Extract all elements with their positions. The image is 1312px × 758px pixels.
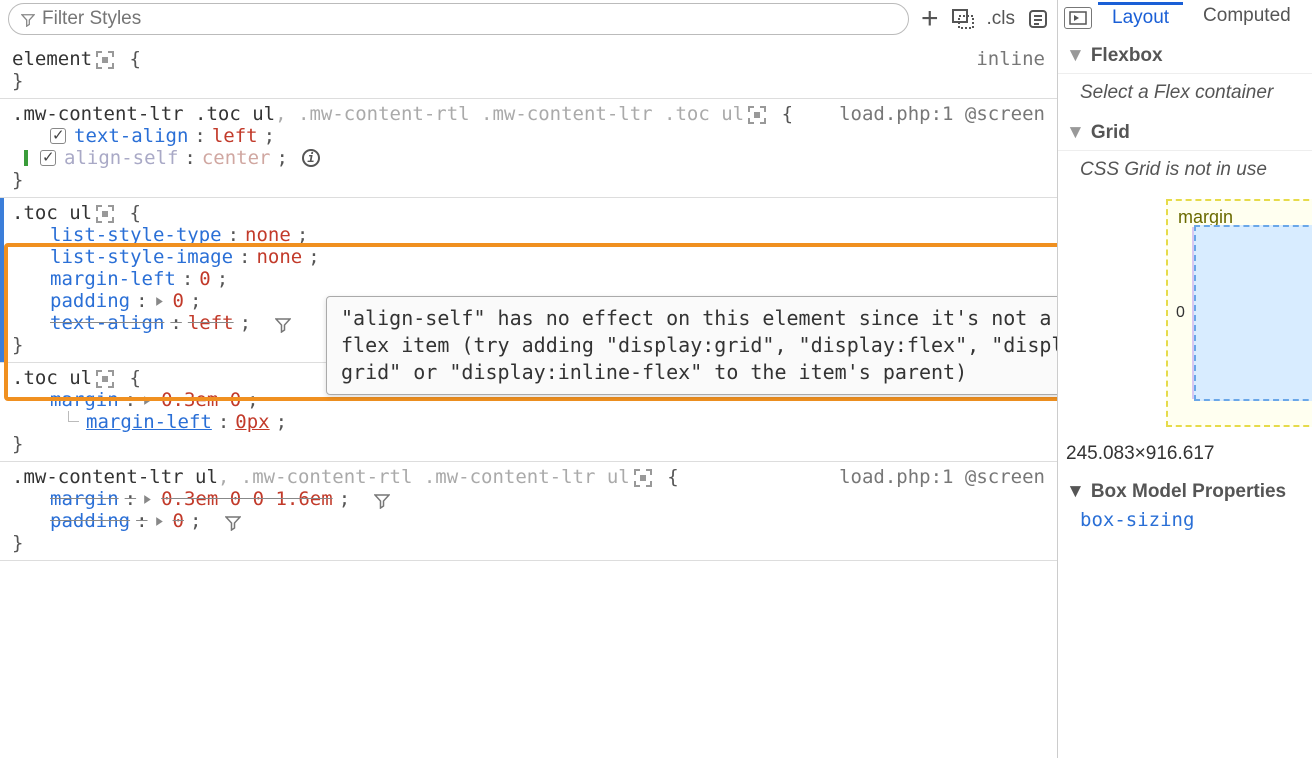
css-declaration[interactable]: padding: 0; [12,510,1045,532]
twisty-icon: ▼ [1066,45,1085,67]
highlight-selector-icon[interactable] [634,469,652,487]
css-property[interactable]: margin [50,488,119,510]
toolbar: + .cls [0,0,1057,44]
css-declaration[interactable]: margin-left: 0px; [12,411,1045,433]
highlight-selector-icon[interactable] [96,51,114,69]
css-value[interactable]: 0 [173,510,184,532]
box-model-diagram[interactable]: margin 0 border 0 padding 0 [1058,193,1312,431]
css-value[interactable]: left [212,125,258,147]
inactive-css-tooltip: "align-self" has no effect on this eleme… [326,296,1057,395]
css-declaration[interactable]: list-style-image: none; [12,246,1045,268]
highlight-selector-icon[interactable] [96,205,114,223]
rule-selector[interactable]: .mw-content-ltr ul, .mw-content-rtl .mw-… [12,466,831,488]
rule-source-link[interactable]: load.php:1 @screen [839,466,1045,488]
css-property[interactable]: padding [50,290,130,312]
inline-source: inline [976,48,1045,70]
cls-button[interactable]: .cls [987,8,1016,30]
css-value[interactable]: none [256,246,302,268]
rule-close-brace: } [12,169,1045,191]
filter-icon[interactable] [275,317,288,330]
css-value[interactable]: 0.3em 0 0 1.6em [161,488,333,510]
css-rule[interactable]: .mw-content-ltr .toc ul, .mw-content-rtl… [0,99,1057,198]
css-rule[interactable]: element {inline} [0,44,1057,99]
content-box [1194,225,1312,401]
css-property[interactable]: list-style-type [50,224,222,246]
css-property[interactable]: margin-left [86,411,212,433]
highlight-selector-icon[interactable] [96,370,114,388]
css-declaration[interactable]: list-style-type: none; [12,224,1045,246]
highlight-selector-icon[interactable] [748,106,766,124]
expand-shorthand-icon[interactable] [154,296,165,307]
css-value[interactable]: 0.3em 0 [161,389,241,411]
box-model-props-header[interactable]: ▼ Box Model Properties [1058,477,1312,507]
expand-shorthand-icon[interactable] [142,395,153,406]
grid-section-header[interactable]: ▼ Grid [1058,116,1312,151]
change-indicator [24,150,28,166]
filter-styles-field[interactable] [8,3,909,35]
rules-list: "align-self" has no effect on this eleme… [0,44,1057,758]
css-property[interactable]: padding [50,510,130,532]
css-value[interactable]: 0px [235,411,269,433]
margin-left-value[interactable]: 0 [1176,304,1185,322]
panel-toggle-button[interactable] [1064,7,1092,29]
expand-shorthand-icon[interactable] [142,494,153,505]
css-value[interactable]: left [188,312,234,334]
rule-close-brace: } [12,433,1045,455]
funnel-icon [21,13,34,26]
grid-body: CSS Grid is not in use [1058,151,1312,193]
css-value[interactable]: 0 [199,268,210,290]
css-declaration[interactable]: margin-left: 0; [12,268,1045,290]
flexbox-title: Flexbox [1091,45,1163,67]
twisty-icon: ▼ [1066,122,1085,144]
css-declaration[interactable]: align-self: center;i [12,147,1045,169]
expand-shorthand-icon[interactable] [154,516,165,527]
flexbox-section-header[interactable]: ▼ Flexbox [1058,39,1312,74]
filter-icon[interactable] [225,515,238,528]
layout-tabs: Layout Computed [1058,0,1312,39]
filter-input[interactable] [42,8,896,30]
toggle-declaration-checkbox[interactable] [50,128,66,144]
rule-selector[interactable]: .toc ul { [12,202,1045,224]
css-property[interactable]: list-style-image [50,246,233,268]
styles-panel: + .cls "align-self" has no effect on thi… [0,0,1058,758]
inactive-css-info-icon[interactable]: i [302,149,320,167]
print-sim-button[interactable] [1027,8,1049,30]
toggle-pseudo-button[interactable] [951,8,975,30]
css-property[interactable]: align-self [64,147,178,169]
rule-close-brace: } [12,70,1045,92]
selected-rule-indicator [0,198,4,362]
toggle-declaration-checkbox[interactable] [40,150,56,166]
layout-panel: Layout Computed ▼ Flexbox Select a Flex … [1058,0,1312,758]
rule-selector[interactable]: .mw-content-ltr .toc ul, .mw-content-rtl… [12,103,831,125]
css-rule[interactable]: .mw-content-ltr ul, .mw-content-rtl .mw-… [0,462,1057,561]
css-declaration[interactable]: margin: 0.3em 0 0 1.6em; [12,488,1045,510]
box-model-props-title: Box Model Properties [1091,481,1286,503]
rule-close-brace: } [12,532,1045,554]
filter-icon[interactable] [374,493,387,506]
flexbox-body: Select a Flex container [1058,74,1312,116]
element-dimensions: 245.083×916.617 [1058,431,1312,477]
css-declaration[interactable]: text-align: left; [12,125,1045,147]
box-sizing-property[interactable]: box-sizing [1058,507,1312,533]
grid-title: Grid [1091,122,1130,144]
css-property[interactable]: margin [50,389,119,411]
tab-computed[interactable]: Computed [1189,5,1305,31]
css-value[interactable]: 0 [173,290,184,312]
twisty-icon: ▼ [1066,481,1085,503]
tab-layout[interactable]: Layout [1098,2,1183,33]
rule-selector[interactable]: element { [12,48,976,70]
add-rule-button[interactable]: + [921,2,939,36]
css-value[interactable]: none [245,224,291,246]
css-property[interactable]: text-align [74,125,188,147]
css-value[interactable]: center [202,147,271,169]
css-property[interactable]: text-align [50,312,164,334]
rule-source-link[interactable]: load.php:1 @screen [839,103,1045,125]
css-property[interactable]: margin-left [50,268,176,290]
